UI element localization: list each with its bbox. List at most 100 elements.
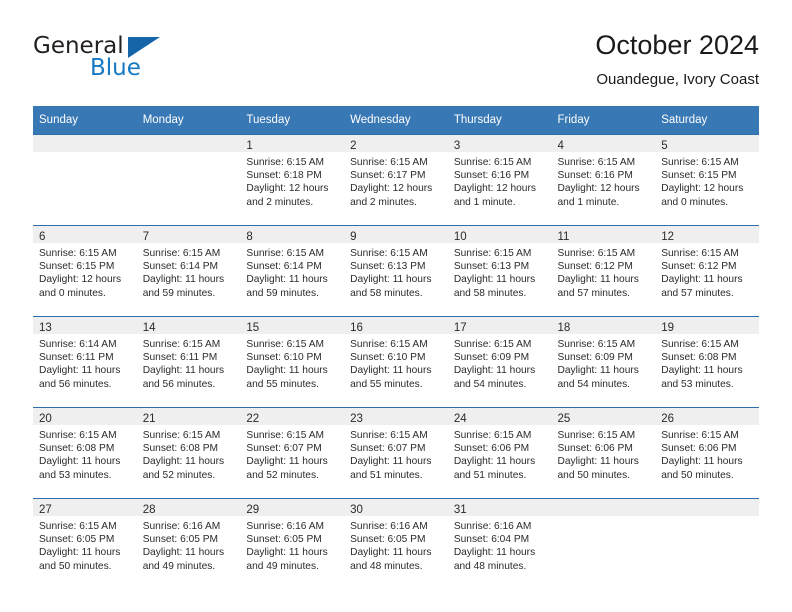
calendar-day-cell[interactable]: 21 Sunrise: 6:15 AM Sunset: 6:08 PM Dayligh… <box>136 407 241 499</box>
daylight-text-line1: Daylight: 11 hours <box>661 274 743 286</box>
day-details: Sunrise: 6:16 AM Sunset: 6:05 PM Daylight:… <box>240 516 344 573</box>
calendar-day-cell[interactable]: 9 Sunrise: 6:15 AM Sunset: 6:13 PM Daylight… <box>344 225 448 317</box>
daylight-text-line2: and 53 minutes. <box>39 469 112 481</box>
daylight-text-line2: and 56 minutes. <box>39 378 112 390</box>
calendar-empty-cell <box>551 498 656 589</box>
day-cell-inner: 20 Sunrise: 6:15 AM Sunset: 6:08 PM Dayligh… <box>33 408 137 498</box>
daylight-text-line1: Daylight: 11 hours <box>453 274 536 286</box>
calendar-day-cell[interactable]: 24 Sunrise: 6:15 AM Sunset: 6:06 PM Dayligh… <box>447 407 552 499</box>
calendar-day-cell[interactable]: 22 Sunrise: 6:15 AM Sunset: 6:07 PM Dayligh… <box>240 407 345 499</box>
day-cell-inner: 2 Sunrise: 6:15 AM Sunset: 6:17 PM Daylight… <box>344 135 448 225</box>
calendar-day-cell[interactable]: 14 Sunrise: 6:15 AM Sunset: 6:11 PM Dayligh… <box>136 316 241 408</box>
sunrise-text: Sunrise: 6:15 AM <box>557 248 636 259</box>
daylight-text-line2: and 52 minutes. <box>142 469 216 481</box>
day-number-band: 7 <box>136 226 241 243</box>
day-number-band: 13 <box>33 317 137 334</box>
calendar-day-cell[interactable]: 5 Sunrise: 6:15 AM Sunset: 6:15 PM Daylight… <box>655 134 759 226</box>
calendar-day-cell[interactable]: 11 Sunrise: 6:15 AM Sunset: 6:12 PM Dayligh… <box>551 225 656 317</box>
day-details: Sunrise: 6:16 AM Sunset: 6:05 PM Daylight:… <box>137 516 241 573</box>
calendar-day-cell[interactable]: 28 Sunrise: 6:16 AM Sunset: 6:05 PM Dayligh… <box>136 498 241 589</box>
calendar-day-cell[interactable]: 3 Sunrise: 6:15 AM Sunset: 6:16 PM Daylight… <box>447 134 552 226</box>
sunrise-text: Sunrise: 6:15 AM <box>661 248 739 259</box>
day-details: Sunrise: 6:15 AM Sunset: 6:09 PM Daylight:… <box>552 334 656 391</box>
calendar-day-cell[interactable]: 10 Sunrise: 6:15 AM Sunset: 6:13 PM Dayligh… <box>447 225 552 317</box>
calendar-day-cell[interactable]: 20 Sunrise: 6:15 AM Sunset: 6:08 PM Dayligh… <box>33 407 137 499</box>
daylight-text-line1: Daylight: 12 hours <box>557 183 640 195</box>
day-number: 9 <box>350 231 357 243</box>
calendar-day-cell[interactable]: 8 Sunrise: 6:15 AM Sunset: 6:14 PM Daylight… <box>240 225 345 317</box>
sunrise-text: Sunrise: 6:15 AM <box>350 430 428 441</box>
calendar-day-cell[interactable]: 23 Sunrise: 6:15 AM Sunset: 6:07 PM Dayligh… <box>344 407 448 499</box>
calendar-day-cell[interactable]: 7 Sunrise: 6:15 AM Sunset: 6:14 PM Daylight… <box>136 225 241 317</box>
daylight-text-line2: and 48 minutes. <box>453 560 527 572</box>
calendar-day-cell[interactable]: 17 Sunrise: 6:15 AM Sunset: 6:09 PM Dayligh… <box>447 316 552 408</box>
day-details: Sunrise: 6:15 AM Sunset: 6:08 PM Daylight:… <box>33 425 137 482</box>
sunset-text: Sunset: 6:11 PM <box>39 352 114 364</box>
day-number: 23 <box>350 413 363 425</box>
day-number: 16 <box>350 322 363 334</box>
day-cell-inner: 26 Sunrise: 6:15 AM Sunset: 6:06 PM Dayligh… <box>655 408 759 498</box>
day-number-band: 2 <box>344 135 448 152</box>
calendar-day-cell[interactable]: 27 Sunrise: 6:15 AM Sunset: 6:05 PM Dayligh… <box>33 498 137 589</box>
daylight-text-line1: Daylight: 11 hours <box>39 365 121 377</box>
day-number: 14 <box>142 322 156 334</box>
day-cell-inner <box>136 135 241 225</box>
sunset-text: Sunset: 6:04 PM <box>453 534 530 546</box>
general-blue-logo: General Blue <box>33 34 233 94</box>
page-subtitle: Ouandegue, Ivory Coast <box>596 71 759 88</box>
weekday-header-monday: Monday <box>136 106 241 135</box>
calendar-day-cell[interactable]: 4 Sunrise: 6:15 AM Sunset: 6:16 PM Daylight… <box>551 134 656 226</box>
calendar-day-cell[interactable]: 16 Sunrise: 6:15 AM Sunset: 6:10 PM Dayligh… <box>344 316 448 408</box>
daylight-text-line1: Daylight: 11 hours <box>453 547 536 559</box>
daylight-text-line2: and 53 minutes. <box>661 378 734 390</box>
day-cell-inner: 14 Sunrise: 6:15 AM Sunset: 6:11 PM Dayligh… <box>136 317 241 407</box>
calendar-day-cell[interactable]: 30 Sunrise: 6:16 AM Sunset: 6:05 PM Dayligh… <box>344 498 448 589</box>
calendar-day-cell[interactable]: 31 Sunrise: 6:16 AM Sunset: 6:04 PM Dayligh… <box>447 498 552 589</box>
calendar-day-cell[interactable]: 15 Sunrise: 6:15 AM Sunset: 6:10 PM Dayligh… <box>240 316 345 408</box>
day-cell-inner: 23 Sunrise: 6:15 AM Sunset: 6:07 PM Dayligh… <box>344 408 448 498</box>
daylight-text-line1: Daylight: 11 hours <box>557 456 639 468</box>
day-details: Sunrise: 6:15 AM Sunset: 6:08 PM Daylight:… <box>655 334 759 391</box>
day-number-band: 26 <box>655 408 759 425</box>
day-details: Sunrise: 6:15 AM Sunset: 6:12 PM Daylight:… <box>552 243 656 300</box>
calendar-day-cell[interactable]: 29 Sunrise: 6:16 AM Sunset: 6:05 PM Dayligh… <box>240 498 345 589</box>
sunrise-text: Sunrise: 6:15 AM <box>661 339 739 350</box>
day-number: 7 <box>142 231 150 243</box>
day-cell-inner: 15 Sunrise: 6:15 AM Sunset: 6:10 PM Dayligh… <box>240 317 345 407</box>
sunset-text: Sunset: 6:17 PM <box>350 170 426 182</box>
day-details: Sunrise: 6:15 AM Sunset: 6:13 PM Daylight:… <box>448 243 552 300</box>
day-number-band: 14 <box>136 317 241 334</box>
daylight-text-line2: and 55 minutes. <box>350 378 423 390</box>
day-cell-inner: 22 Sunrise: 6:15 AM Sunset: 6:07 PM Dayligh… <box>240 408 345 498</box>
sunset-text: Sunset: 6:09 PM <box>453 352 530 364</box>
day-cell-inner: 31 Sunrise: 6:16 AM Sunset: 6:04 PM Dayligh… <box>447 499 552 589</box>
calendar-day-cell[interactable]: 18 Sunrise: 6:15 AM Sunset: 6:09 PM Dayligh… <box>551 316 656 408</box>
day-number-band: 9 <box>344 226 448 243</box>
calendar-day-cell[interactable]: 6 Sunrise: 6:15 AM Sunset: 6:15 PM Daylight… <box>33 225 137 317</box>
sunset-text: Sunset: 6:12 PM <box>557 261 633 273</box>
daylight-text-line1: Daylight: 11 hours <box>661 365 743 377</box>
calendar-day-cell[interactable]: 13 Sunrise: 6:14 AM Sunset: 6:11 PM Dayligh… <box>33 316 137 408</box>
day-number-band: 22 <box>240 408 345 425</box>
calendar-week-row: 6 Sunrise: 6:15 AM Sunset: 6:15 PM Daylight… <box>33 225 759 317</box>
calendar-week-row: 13 Sunrise: 6:14 AM Sunset: 6:11 PM Dayligh… <box>33 316 759 408</box>
calendar-day-cell[interactable]: 12 Sunrise: 6:15 AM Sunset: 6:12 PM Dayligh… <box>655 225 759 317</box>
day-number-band: 19 <box>655 317 759 334</box>
calendar-day-cell[interactable]: 19 Sunrise: 6:15 AM Sunset: 6:08 PM Dayligh… <box>655 316 759 408</box>
calendar-day-cell[interactable]: 25 Sunrise: 6:15 AM Sunset: 6:06 PM Dayligh… <box>551 407 656 499</box>
daylight-text-line2: and 55 minutes. <box>246 378 319 390</box>
calendar-day-cell[interactable]: 26 Sunrise: 6:15 AM Sunset: 6:06 PM Dayligh… <box>655 407 759 499</box>
day-number-band <box>33 135 137 152</box>
sunrise-text: Sunrise: 6:15 AM <box>39 248 117 259</box>
day-number-band: 30 <box>344 499 448 516</box>
calendar-day-cell[interactable]: 2 Sunrise: 6:15 AM Sunset: 6:17 PM Daylight… <box>344 134 448 226</box>
day-number-band: 20 <box>33 408 137 425</box>
sunset-text: Sunset: 6:15 PM <box>39 261 115 273</box>
sunrise-text: Sunrise: 6:16 AM <box>350 521 428 532</box>
day-number-band: 28 <box>136 499 241 516</box>
day-cell-inner: 6 Sunrise: 6:15 AM Sunset: 6:15 PM Daylight… <box>33 226 137 316</box>
daylight-text-line2: and 57 minutes. <box>661 287 734 299</box>
calendar-day-cell[interactable]: 1 Sunrise: 6:15 AM Sunset: 6:18 PM Daylight… <box>240 134 345 226</box>
day-number-band: 10 <box>447 226 552 243</box>
sunset-text: Sunset: 6:15 PM <box>661 170 737 182</box>
